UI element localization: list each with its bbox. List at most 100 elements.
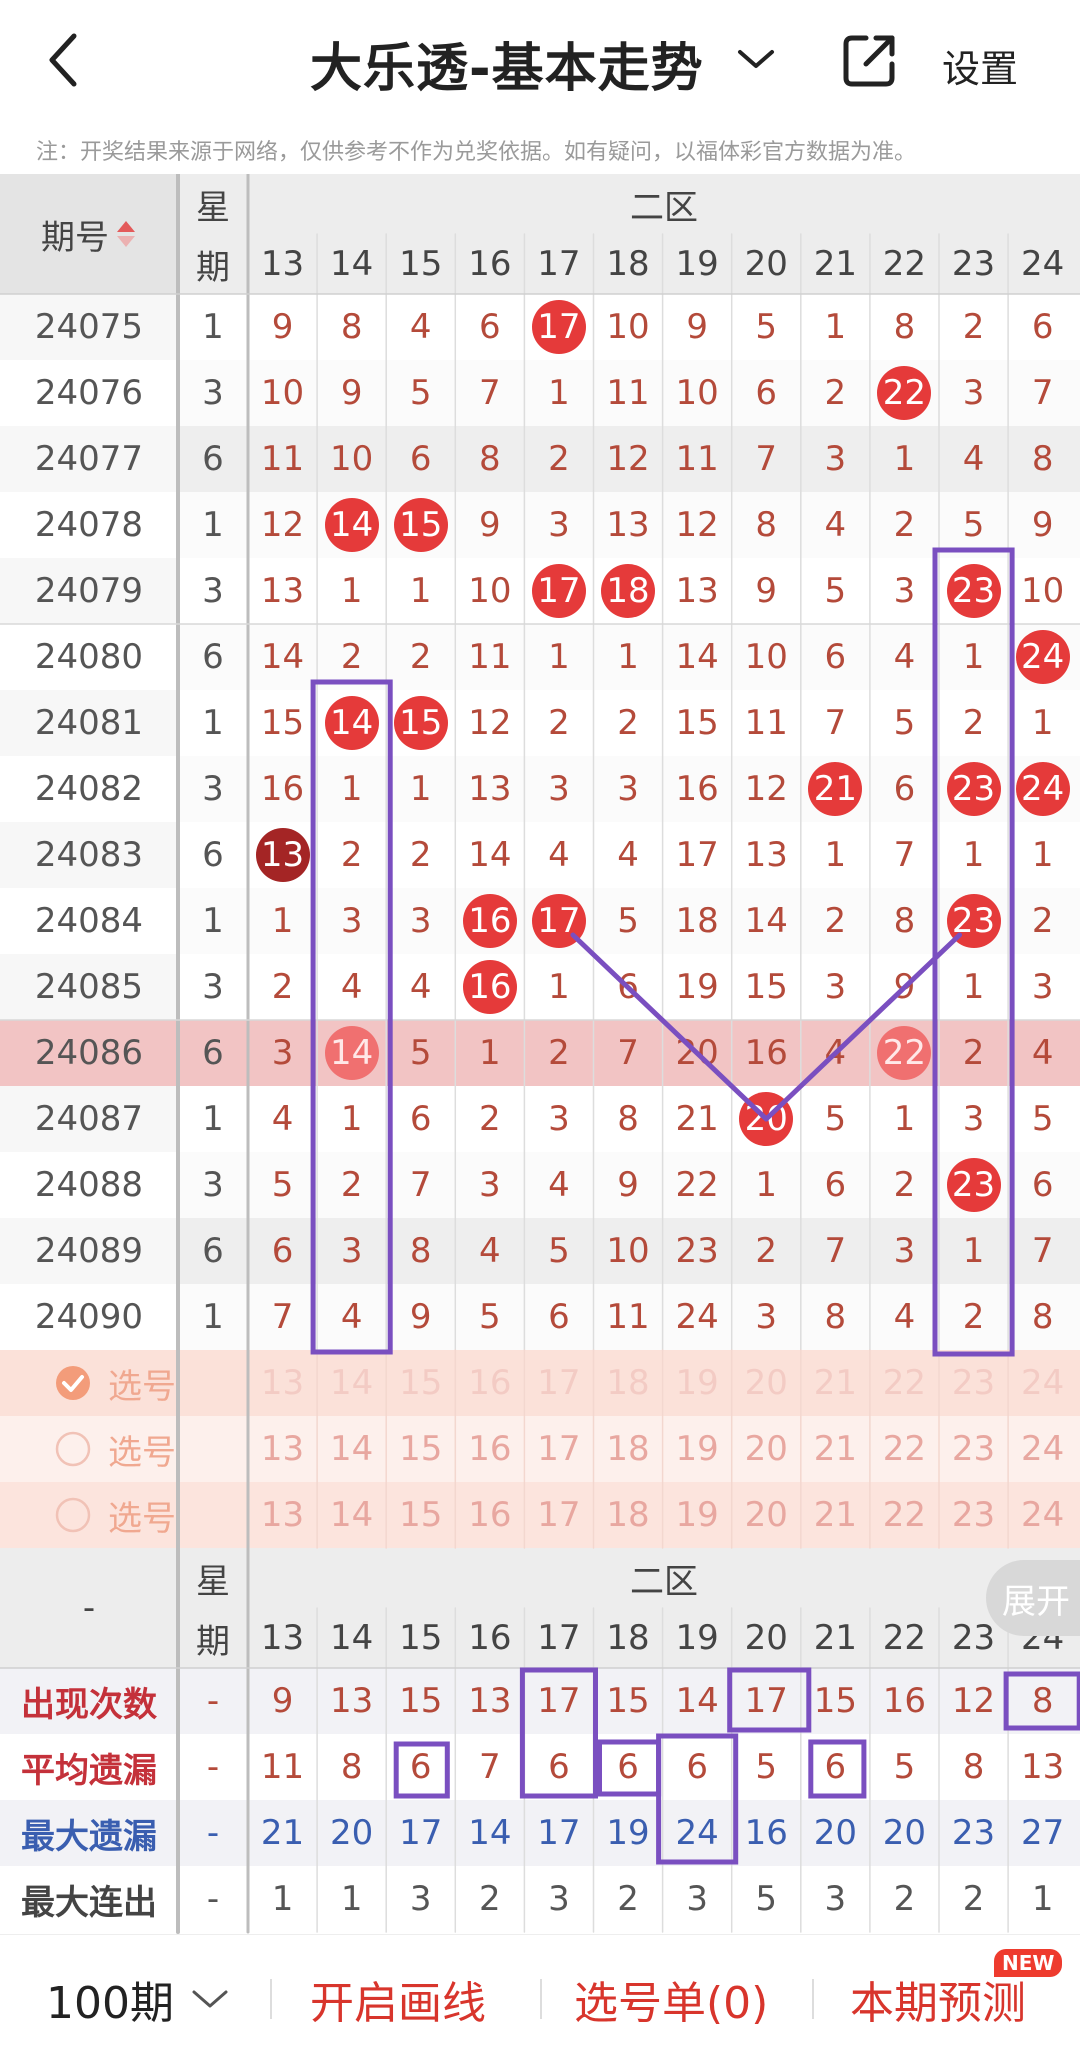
pick-number-cell[interactable]: 18: [594, 1482, 663, 1548]
page-title[interactable]: 大乐透-基本走势: [310, 26, 704, 101]
number-column-header[interactable]: 17: [524, 234, 593, 294]
miss-count-cell: 4: [1031, 1033, 1054, 1073]
stats-number-header: 13: [260, 1618, 305, 1658]
drawn-number-ball: 24: [1015, 630, 1070, 684]
pick-number-cell[interactable]: 20: [732, 1350, 801, 1416]
pick-number-cell[interactable]: 23: [939, 1482, 1008, 1548]
miss-count-cell: 4: [893, 637, 916, 677]
miss-count-cell: 2: [893, 1165, 916, 1205]
miss-count-cell: 24: [675, 1297, 719, 1337]
settings-button[interactable]: 设置: [942, 38, 1018, 93]
miss-count-cell: 7: [824, 1231, 847, 1271]
miss-count-cell: 2: [340, 1165, 363, 1205]
number-column-header[interactable]: 13: [248, 234, 317, 294]
pick-number-cell[interactable]: 21: [801, 1416, 870, 1482]
stats-week-header-top: 星: [196, 1561, 230, 1602]
pick-number-cell[interactable]: 23: [939, 1350, 1008, 1416]
pick-number-cell[interactable]: 19: [663, 1350, 732, 1416]
miss-count-cell: 4: [962, 439, 985, 479]
pick-number-cell[interactable]: 14: [317, 1350, 386, 1416]
number-column-header[interactable]: 24: [1008, 234, 1077, 294]
miss-count-cell: 8: [409, 1231, 432, 1271]
pick-number-cell[interactable]: 14: [317, 1416, 386, 1482]
pick-number-cell[interactable]: 13: [248, 1350, 317, 1416]
pick-number-cell[interactable]: 17: [524, 1416, 593, 1482]
pick-list-button[interactable]: 选号单(0): [574, 1935, 768, 2062]
stat-label: 平均遗漏: [21, 1750, 157, 1791]
pick-number-cell[interactable]: 18: [594, 1416, 663, 1482]
pick-number-cell[interactable]: 19: [663, 1416, 732, 1482]
miss-count-cell: 4: [340, 1297, 363, 1337]
pick-number-cell[interactable]: 24: [1008, 1416, 1077, 1482]
miss-count-cell: 4: [548, 1165, 570, 1205]
pick-number-cell[interactable]: 13: [248, 1416, 317, 1482]
number-column-header[interactable]: 16: [455, 234, 524, 294]
miss-count-cell: 9: [686, 307, 708, 347]
stat-value-cell: 3: [409, 1879, 432, 1919]
pick-number-cell[interactable]: 16: [455, 1482, 524, 1548]
divider: [270, 1979, 272, 2019]
pick-number-cell[interactable]: 17: [524, 1350, 593, 1416]
miss-count-cell: 7: [617, 1033, 639, 1073]
pick-number-cell[interactable]: 14: [317, 1482, 386, 1548]
stat-value-cell: 17: [744, 1681, 788, 1721]
number-column-header[interactable]: 23: [939, 234, 1008, 294]
chevron-down-icon[interactable]: [736, 44, 776, 74]
number-column-header[interactable]: 15: [386, 234, 455, 294]
pick-number-cell[interactable]: 24: [1008, 1350, 1077, 1416]
miss-count-cell: 10: [260, 373, 305, 413]
pick-number-cell[interactable]: 21: [801, 1350, 870, 1416]
number-column-header[interactable]: 19: [663, 234, 732, 294]
number-column-header[interactable]: 14: [317, 234, 386, 294]
miss-count-cell: 14: [744, 901, 788, 941]
pick-number-cell[interactable]: 15: [386, 1482, 455, 1548]
draw-line-button[interactable]: 开启画线: [310, 1935, 486, 2062]
pick-number-cell[interactable]: 22: [870, 1482, 939, 1548]
drawn-number-ball: 17: [531, 300, 586, 354]
period-selector[interactable]: 100期: [46, 1935, 230, 2062]
miss-count-cell: 2: [340, 637, 363, 677]
pick-number-cell[interactable]: 20: [732, 1416, 801, 1482]
weekday-cell: 3: [202, 373, 224, 413]
miss-count-cell: 6: [271, 1231, 294, 1271]
pick-number-cell[interactable]: 16: [455, 1350, 524, 1416]
pick-number-cell[interactable]: 22: [870, 1416, 939, 1482]
issue-column-header[interactable]: 期号: [0, 174, 178, 294]
miss-count-cell: 7: [824, 703, 847, 743]
number-column-header[interactable]: 20: [732, 234, 801, 294]
miss-count-cell: 6: [409, 439, 432, 479]
weekday-cell: 1: [202, 1099, 224, 1139]
pick-number-cell[interactable]: 19: [663, 1482, 732, 1548]
share-icon[interactable]: [840, 30, 900, 90]
pick-number-cell[interactable]: 17: [524, 1482, 593, 1548]
miss-count-cell: 9: [271, 307, 294, 347]
pick-number-cell[interactable]: 22: [870, 1350, 939, 1416]
pick-number-cell[interactable]: 13: [248, 1482, 317, 1548]
expand-button[interactable]: 展开: [986, 1560, 1080, 1636]
select-row-toggle[interactable]: 选号: [54, 1416, 184, 1482]
pick-number-cell[interactable]: 15: [386, 1350, 455, 1416]
miss-count-cell: 1: [479, 1033, 501, 1073]
miss-count-cell: 3: [271, 1033, 294, 1073]
number-column-header[interactable]: 18: [594, 234, 663, 294]
pick-number-cell[interactable]: 24: [1008, 1482, 1077, 1548]
pick-number-cell[interactable]: 16: [455, 1416, 524, 1482]
miss-count-cell: 20: [675, 1033, 719, 1073]
pick-number-cell[interactable]: 20: [732, 1482, 801, 1548]
stat-value-cell: 20: [813, 1813, 857, 1853]
number-column-header[interactable]: 21: [801, 234, 870, 294]
miss-count-cell: 4: [409, 307, 432, 347]
back-arrow-icon[interactable]: [40, 30, 90, 90]
pick-number-cell[interactable]: 18: [594, 1350, 663, 1416]
pick-number-cell[interactable]: 15: [386, 1416, 455, 1482]
number-column-header[interactable]: 22: [870, 234, 939, 294]
miss-count-cell: 2: [340, 835, 363, 875]
miss-count-cell: 1: [409, 571, 432, 611]
top-bar: 大乐透-基本走势 设置: [0, 0, 1080, 120]
miss-count-cell: 14: [260, 637, 305, 677]
select-row-toggle[interactable]: 选号: [54, 1350, 184, 1416]
select-row-toggle[interactable]: 选号: [54, 1482, 184, 1548]
pick-number-cell[interactable]: 23: [939, 1416, 1008, 1482]
pick-number-cell[interactable]: 21: [801, 1482, 870, 1548]
stats-number-header: 21: [813, 1618, 857, 1658]
